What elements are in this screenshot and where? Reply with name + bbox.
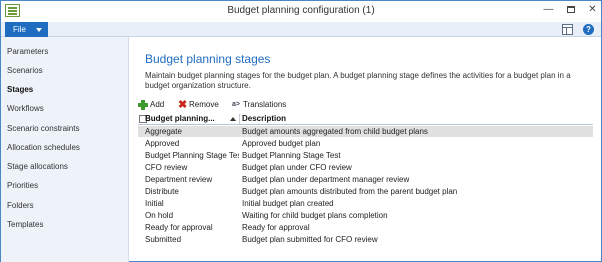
nav-item-workflows[interactable]: Workflows bbox=[6, 102, 126, 116]
file-menu-label: File bbox=[13, 25, 26, 34]
remove-button[interactable]: ✖ Remove bbox=[178, 98, 219, 112]
app-window: Budget planning configuration (1) — ✕ Fi… bbox=[0, 0, 602, 262]
sort-ascending-icon bbox=[230, 117, 236, 121]
panel-toggle-icon[interactable] bbox=[562, 24, 573, 35]
table-row[interactable]: Budget Planning Stage Test Budget Planni… bbox=[138, 150, 593, 161]
stage-name-cell: Distribute bbox=[145, 187, 179, 196]
nav-item-stages[interactable]: Stages bbox=[6, 83, 126, 97]
table-row[interactable]: Distribute Budget plan amounts distribut… bbox=[138, 186, 593, 197]
grid-header: Budget planning... Description bbox=[138, 113, 593, 125]
nav-item-scenario-constraints[interactable]: Scenario constraints bbox=[6, 122, 126, 136]
stage-name-cell: Initial bbox=[145, 199, 164, 208]
close-icon[interactable]: ✕ bbox=[585, 3, 600, 17]
remove-button-label: Remove bbox=[189, 100, 219, 109]
table-row[interactable]: Submitted Budget plan submitted for CFO … bbox=[138, 234, 593, 245]
window-title: Budget planning configuration (1) bbox=[227, 5, 375, 16]
table-row[interactable]: CFO review Budget plan under CFO review bbox=[138, 162, 593, 173]
stage-name-cell: CFO review bbox=[145, 163, 188, 172]
stage-name-cell: On hold bbox=[145, 211, 174, 220]
column-header-stage[interactable]: Budget planning... bbox=[145, 113, 215, 125]
add-icon bbox=[138, 100, 148, 110]
stage-description-cell: Approved budget plan bbox=[242, 139, 321, 148]
translate-icon: a> bbox=[232, 101, 240, 108]
title-bar: Budget planning configuration (1) — ✕ bbox=[1, 1, 601, 22]
minimize-icon[interactable]: — bbox=[541, 3, 556, 17]
stage-name-cell: Ready for approval bbox=[145, 223, 213, 232]
stage-description-cell: Initial budget plan created bbox=[242, 199, 334, 208]
sidebar-nav: Parameters Scenarios Stages Workflows Sc… bbox=[1, 37, 129, 262]
table-row[interactable]: Ready for approval Ready for approval bbox=[138, 222, 593, 233]
file-menu-button[interactable]: File bbox=[5, 22, 48, 37]
stage-description-cell: Budget plan amounts distributed from the… bbox=[242, 187, 458, 196]
maximize-icon[interactable] bbox=[563, 3, 578, 17]
add-button[interactable]: Add bbox=[138, 98, 164, 112]
translations-button-label: Translations bbox=[243, 100, 287, 109]
stage-description-cell: Waiting for child budget plans completio… bbox=[242, 211, 388, 220]
nav-item-priorities[interactable]: Priorities bbox=[6, 179, 126, 193]
chevron-down-icon bbox=[36, 28, 42, 32]
nav-item-scenarios[interactable]: Scenarios bbox=[6, 64, 126, 78]
stage-name-cell: Department review bbox=[145, 175, 213, 184]
table-row[interactable]: Department review Budget plan under depa… bbox=[138, 174, 593, 185]
action-toolbar: Add ✖ Remove a> Translations bbox=[138, 98, 593, 112]
column-divider[interactable] bbox=[239, 114, 240, 124]
add-button-label: Add bbox=[150, 100, 165, 109]
ribbon-bar: File ? bbox=[1, 22, 601, 37]
column-header-description[interactable]: Description bbox=[242, 113, 286, 125]
stage-description-cell: Budget Planning Stage Test bbox=[242, 151, 341, 160]
nav-item-folders[interactable]: Folders bbox=[6, 199, 126, 213]
table-row[interactable]: On hold Waiting for child budget plans c… bbox=[138, 210, 593, 221]
stage-name-cell: Submitted bbox=[145, 235, 182, 244]
nav-item-stage-allocations[interactable]: Stage allocations bbox=[6, 160, 126, 174]
nav-item-parameters[interactable]: Parameters bbox=[6, 45, 126, 59]
stage-description-cell: Ready for approval bbox=[242, 223, 310, 232]
table-row[interactable]: Approved Approved budget plan bbox=[138, 138, 593, 149]
page-description: Maintain budget planning stages for the … bbox=[145, 71, 571, 90]
stage-description-cell: Budget plan under CFO review bbox=[242, 163, 352, 172]
remove-icon: ✖ bbox=[178, 99, 188, 111]
main-content: Budget planning stages Maintain budget p… bbox=[130, 37, 601, 262]
help-icon[interactable]: ? bbox=[583, 24, 594, 35]
stage-description-cell: Budget amounts aggregated from child bud… bbox=[242, 127, 428, 136]
stage-name-cell: Budget Planning Stage Test bbox=[145, 151, 239, 160]
table-row[interactable]: Initial Initial budget plan created bbox=[138, 198, 593, 209]
stage-name-cell: Aggregate bbox=[145, 127, 182, 136]
stage-description-cell: Budget plan under department manager rev… bbox=[242, 175, 410, 184]
stage-name-cell: Approved bbox=[145, 139, 180, 148]
nav-item-allocation-schedules[interactable]: Allocation schedules bbox=[6, 141, 126, 155]
stage-description-cell: Budget plan submitted for CFO review bbox=[242, 235, 378, 244]
table-row[interactable]: Aggregate Budget amounts aggregated from… bbox=[138, 126, 593, 137]
translations-button[interactable]: a> Translations bbox=[232, 98, 286, 112]
nav-item-templates[interactable]: Templates bbox=[6, 218, 126, 232]
page-title: Budget planning stages bbox=[145, 52, 271, 66]
